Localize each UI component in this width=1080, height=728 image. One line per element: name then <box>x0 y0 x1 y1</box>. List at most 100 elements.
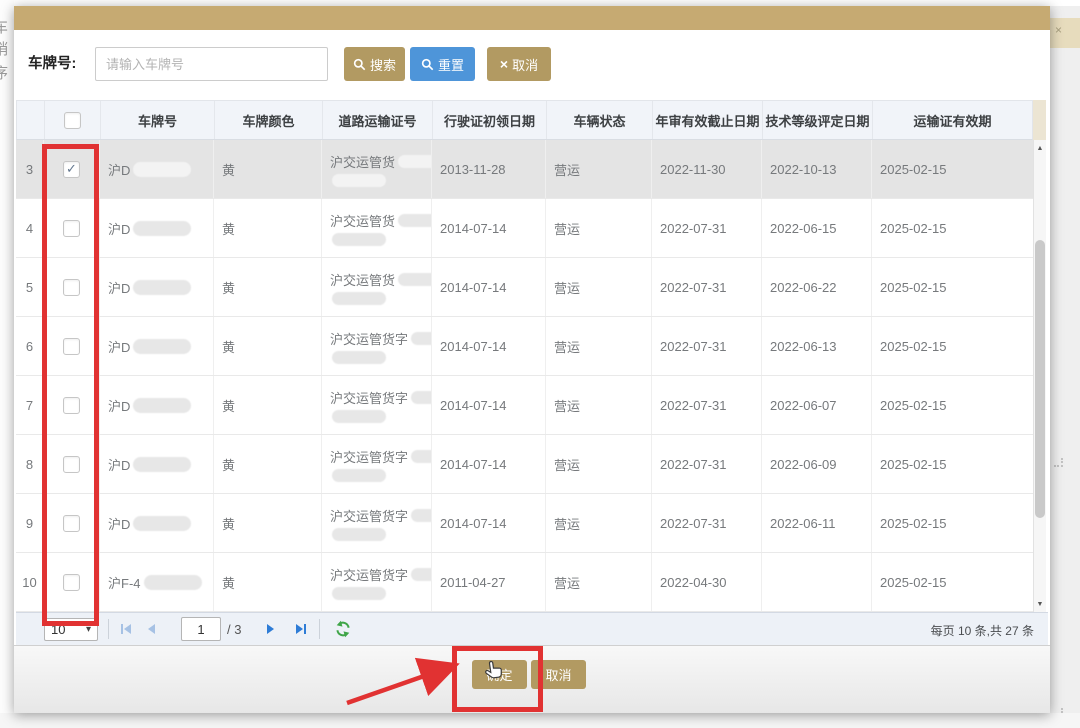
row-checkbox-cell <box>44 317 100 375</box>
row-checkbox[interactable] <box>63 515 80 532</box>
plate-number-cell: 沪D <box>100 317 214 375</box>
search-icon <box>421 58 434 71</box>
license-date-cell: 2014-07-14 <box>432 199 546 257</box>
annual-due-cell: 2022-07-31 <box>652 258 762 316</box>
license-date-cell: 2014-07-14 <box>432 494 546 552</box>
close-icon: × <box>500 57 508 71</box>
scrollbar-header-filler <box>1033 100 1046 140</box>
cancel-search-button[interactable]: × 取消 <box>487 47 551 81</box>
redacted-blur <box>332 469 386 482</box>
plate-color-cell: 黄 <box>214 258 322 316</box>
plate-number-cell: 沪D <box>100 258 214 316</box>
first-page-button[interactable] <box>119 621 135 637</box>
license-date-cell: 2011-04-27 <box>432 553 546 611</box>
scroll-up-arrow-icon[interactable]: ▲ <box>1034 141 1046 155</box>
divider <box>108 619 109 639</box>
cancel-button[interactable]: 取消 <box>531 660 586 689</box>
vehicle-status-cell: 营运 <box>546 258 652 316</box>
table-header-row: 车牌号车牌颜色道路运输证号行驶证初领日期车辆状态年审有效截止日期技术等级评定日期… <box>16 100 1033 140</box>
redacted-blur <box>332 410 386 423</box>
plate-number-input[interactable] <box>95 47 328 81</box>
license-date-cell: 2014-07-14 <box>432 258 546 316</box>
tech-rating-date-cell: 2022-06-09 <box>762 435 872 493</box>
row-number: 5 <box>16 258 44 316</box>
chevron-down-icon: ▾ <box>86 624 91 635</box>
row-checkbox[interactable] <box>63 338 80 355</box>
plate-color-cell: 黄 <box>214 435 322 493</box>
plate-color-cell: 黄 <box>214 553 322 611</box>
select-all-cell <box>45 101 101 139</box>
table-row[interactable]: 5 沪D 黄 沪交运管货 2014-07-14 营运 2022-07-31 20… <box>16 258 1033 317</box>
redacted-blur <box>144 575 202 590</box>
table-scrollbar[interactable]: ▲ ▼ <box>1033 140 1046 612</box>
transport-valid-cell: 2025-02-15 <box>872 258 1033 316</box>
column-header: 车牌颜色 <box>215 101 323 139</box>
transport-valid-cell: 2025-02-15 <box>872 494 1033 552</box>
transport-cert-cell: 沪交运管货 <box>322 258 432 316</box>
transport-cert-cell: 沪交运管货字 <box>322 317 432 375</box>
table-row[interactable]: 8 沪D 黄 沪交运管货字 2014-07-14 营运 2022-07-31 2… <box>16 435 1033 494</box>
redacted-blur <box>332 351 386 364</box>
row-checkbox[interactable] <box>63 574 80 591</box>
row-checkbox-cell: ✓ <box>44 140 100 198</box>
page-size-select[interactable]: 10 ▾ <box>44 618 98 641</box>
row-checkbox[interactable] <box>63 279 80 296</box>
confirm-button[interactable]: 确定 <box>472 660 527 689</box>
row-checkbox[interactable] <box>63 456 80 473</box>
row-number: 7 <box>16 376 44 434</box>
next-page-button[interactable] <box>262 621 278 637</box>
table-row[interactable]: 3 ✓ 沪D 黄 沪交运管货 2013-11-28 营运 2022-11-30 … <box>16 140 1033 199</box>
plate-number-cell: 沪D <box>100 140 214 198</box>
background-text: 序 <box>0 62 8 83</box>
redacted-blur <box>332 233 386 246</box>
redacted-blur <box>133 280 191 295</box>
row-number-header <box>17 101 45 139</box>
tech-rating-date-cell: 2022-06-15 <box>762 199 872 257</box>
annual-due-cell: 2022-07-31 <box>652 376 762 434</box>
table-row[interactable]: 6 沪D 黄 沪交运管货字 2014-07-14 营运 2022-07-31 2… <box>16 317 1033 376</box>
plate-number-cell: 沪D <box>100 435 214 493</box>
select-all-checkbox[interactable] <box>64 112 81 129</box>
table-row[interactable]: 9 沪D 黄 沪交运管货字 2014-07-14 营运 2022-07-31 2… <box>16 494 1033 553</box>
row-checkbox-cell <box>44 376 100 434</box>
pagination-bar: 10 ▾ / 3 每页 10 条,共 27 条 <box>16 612 1048 645</box>
transport-valid-cell: 2025-02-15 <box>872 435 1033 493</box>
row-number: 9 <box>16 494 44 552</box>
plate-number-cell: 沪F-4 <box>100 553 214 611</box>
plate-number-label: 车牌号: <box>28 52 76 73</box>
annual-due-cell: 2022-11-30 <box>652 140 762 198</box>
reset-button[interactable]: 重置 <box>410 47 475 81</box>
row-checkbox-cell <box>44 553 100 611</box>
table-row[interactable]: 4 沪D 黄 沪交运管货 2014-07-14 营运 2022-07-31 20… <box>16 199 1033 258</box>
vehicle-status-cell: 营运 <box>546 553 652 611</box>
table-row[interactable]: 10 沪F-4 黄 沪交运管货字 2011-04-27 营运 2022-04-3… <box>16 553 1033 612</box>
row-checkbox-cell <box>44 494 100 552</box>
tech-rating-date-cell <box>762 553 872 611</box>
row-checkbox[interactable] <box>63 220 80 237</box>
redacted-blur <box>398 214 432 227</box>
transport-cert-cell: 沪交运管货字 <box>322 376 432 434</box>
refresh-icon[interactable] <box>334 620 352 638</box>
prev-page-button[interactable] <box>144 621 160 637</box>
row-checkbox-cell <box>44 199 100 257</box>
plate-color-cell: 黄 <box>214 140 322 198</box>
background-page-bottom-edge <box>0 713 1080 728</box>
last-page-button[interactable] <box>292 621 308 637</box>
search-button[interactable]: 搜索 <box>344 47 405 81</box>
page-summary: 每页 10 条,共 27 条 <box>931 622 1034 639</box>
redacted-blur <box>411 332 432 345</box>
row-checkbox[interactable] <box>63 397 80 414</box>
table-row[interactable]: 7 沪D 黄 沪交运管货字 2014-07-14 营运 2022-07-31 2… <box>16 376 1033 435</box>
scroll-down-arrow-icon[interactable]: ▼ <box>1034 597 1046 611</box>
annual-due-cell: 2022-07-31 <box>652 494 762 552</box>
plate-number-cell: 沪D <box>100 376 214 434</box>
redacted-blur <box>332 292 386 305</box>
page-number-input[interactable] <box>181 617 221 641</box>
license-date-cell: 2014-07-14 <box>432 317 546 375</box>
transport-cert-cell: 沪交运管货字 <box>322 435 432 493</box>
annual-due-cell: 2022-07-31 <box>652 317 762 375</box>
column-header: 行驶证初领日期 <box>433 101 547 139</box>
row-checkbox[interactable]: ✓ <box>63 161 80 178</box>
scrollbar-thumb[interactable] <box>1035 240 1045 518</box>
transport-valid-cell: 2025-02-15 <box>872 376 1033 434</box>
